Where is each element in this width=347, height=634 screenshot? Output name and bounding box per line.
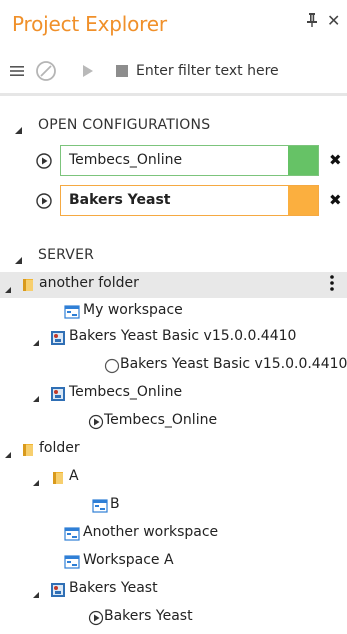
config-color-swatch[interactable] <box>288 186 318 215</box>
tree-item-label: Bakers Yeast <box>104 608 193 624</box>
expand-triangle-icon[interactable] <box>32 474 40 490</box>
expand-triangle-icon[interactable] <box>32 586 40 602</box>
tree-item-label: A <box>69 468 79 484</box>
tree-item-project[interactable]: Bakers Yeast Basic v15.0.0.4410 <box>0 325 347 351</box>
folder-icon <box>50 470 66 486</box>
section-label: SERVER <box>38 247 95 263</box>
open-config-row[interactable]: Tembecs_Online ✖ <box>0 145 347 177</box>
filter-input[interactable] <box>136 58 336 84</box>
tree-item-workspace[interactable]: Workspace A <box>0 549 347 575</box>
workspace-icon <box>92 498 108 514</box>
tree-item-label: Workspace A <box>83 552 174 568</box>
expand-triangle-icon[interactable] <box>4 446 12 462</box>
panel-title: Project Explorer <box>12 12 167 36</box>
config-name-field[interactable]: Tembecs_Online <box>60 145 319 176</box>
expand-triangle-icon[interactable] <box>4 281 12 297</box>
remove-config-icon[interactable]: ✖ <box>329 191 342 209</box>
tree-item-label: folder <box>39 440 80 456</box>
idle-config-icon <box>104 358 120 374</box>
workspace-icon <box>64 304 80 320</box>
project-icon <box>50 386 66 402</box>
tree-item-configuration[interactable]: Tembecs_Online <box>0 409 347 435</box>
project-icon <box>50 582 66 598</box>
tree-item-project[interactable]: Bakers Yeast <box>0 577 347 603</box>
tree-item-label: Bakers Yeast <box>69 580 158 596</box>
config-name: Bakers Yeast <box>69 192 171 208</box>
more-options-icon[interactable] <box>330 274 334 296</box>
tree-item-folder[interactable]: folder <box>0 437 347 463</box>
workspace-icon <box>64 526 80 542</box>
workspace-icon <box>64 554 80 570</box>
pin-icon[interactable] <box>305 12 319 32</box>
expand-triangle-icon[interactable] <box>32 334 40 350</box>
config-name: Tembecs_Online <box>69 152 183 168</box>
tree-item-workspace[interactable]: B <box>0 493 347 519</box>
remove-config-icon[interactable]: ✖ <box>329 151 342 169</box>
running-config-icon <box>88 610 104 626</box>
tree-item-label: My workspace <box>83 302 183 318</box>
tree-item-label: Bakers Yeast Basic v15.0.0.4410 <box>69 328 297 344</box>
toolbar-separator <box>0 93 347 96</box>
play-icon[interactable] <box>80 60 96 82</box>
tree-item-workspace[interactable]: Another workspace <box>0 521 347 547</box>
config-color-swatch[interactable] <box>288 146 318 175</box>
tree-item-label: Bakers Yeast Basic v15.0.0.4410 <box>120 356 347 372</box>
tree-item-configuration[interactable]: Bakers Yeast <box>0 605 347 631</box>
tree-item-project[interactable]: Tembecs_Online <box>0 381 347 407</box>
disabled-circle-icon[interactable] <box>34 60 58 82</box>
project-icon <box>50 330 66 346</box>
expand-triangle-icon[interactable] <box>32 390 40 406</box>
running-config-icon <box>88 414 104 430</box>
collapse-triangle-icon[interactable] <box>14 252 23 268</box>
toolbar <box>0 56 347 86</box>
config-name-field[interactable]: Bakers Yeast <box>60 185 319 216</box>
menu-icon[interactable] <box>8 60 26 82</box>
section-label: OPEN CONFIGURATIONS <box>38 117 211 133</box>
tree-item-workspace[interactable]: My workspace <box>0 299 347 325</box>
tree-item-label: Another workspace <box>83 524 219 540</box>
tree-item-label: Tembecs_Online <box>104 412 218 428</box>
tree-item-label: B <box>110 496 120 512</box>
tree-item-label: another folder <box>39 275 139 291</box>
folder-icon <box>20 277 36 293</box>
running-config-icon <box>36 193 52 212</box>
tree-item-folder[interactable]: A <box>0 465 347 491</box>
collapse-triangle-icon[interactable] <box>14 122 23 138</box>
section-open-configurations[interactable]: OPEN CONFIGURATIONS <box>0 114 347 140</box>
panel-titlebar: Project Explorer ✕ <box>0 0 347 48</box>
tree-item-configuration[interactable]: Bakers Yeast Basic v15.0.0.4410 <box>0 353 347 379</box>
tree-item-label: Tembecs_Online <box>69 384 183 400</box>
open-config-row[interactable]: Bakers Yeast ✖ <box>0 185 347 217</box>
folder-icon <box>20 442 36 458</box>
close-icon[interactable]: ✕ <box>327 11 340 31</box>
stop-icon[interactable] <box>114 60 130 82</box>
tree-item-folder[interactable]: another folder <box>0 272 347 298</box>
section-server[interactable]: SERVER <box>0 244 347 270</box>
running-config-icon <box>36 153 52 172</box>
